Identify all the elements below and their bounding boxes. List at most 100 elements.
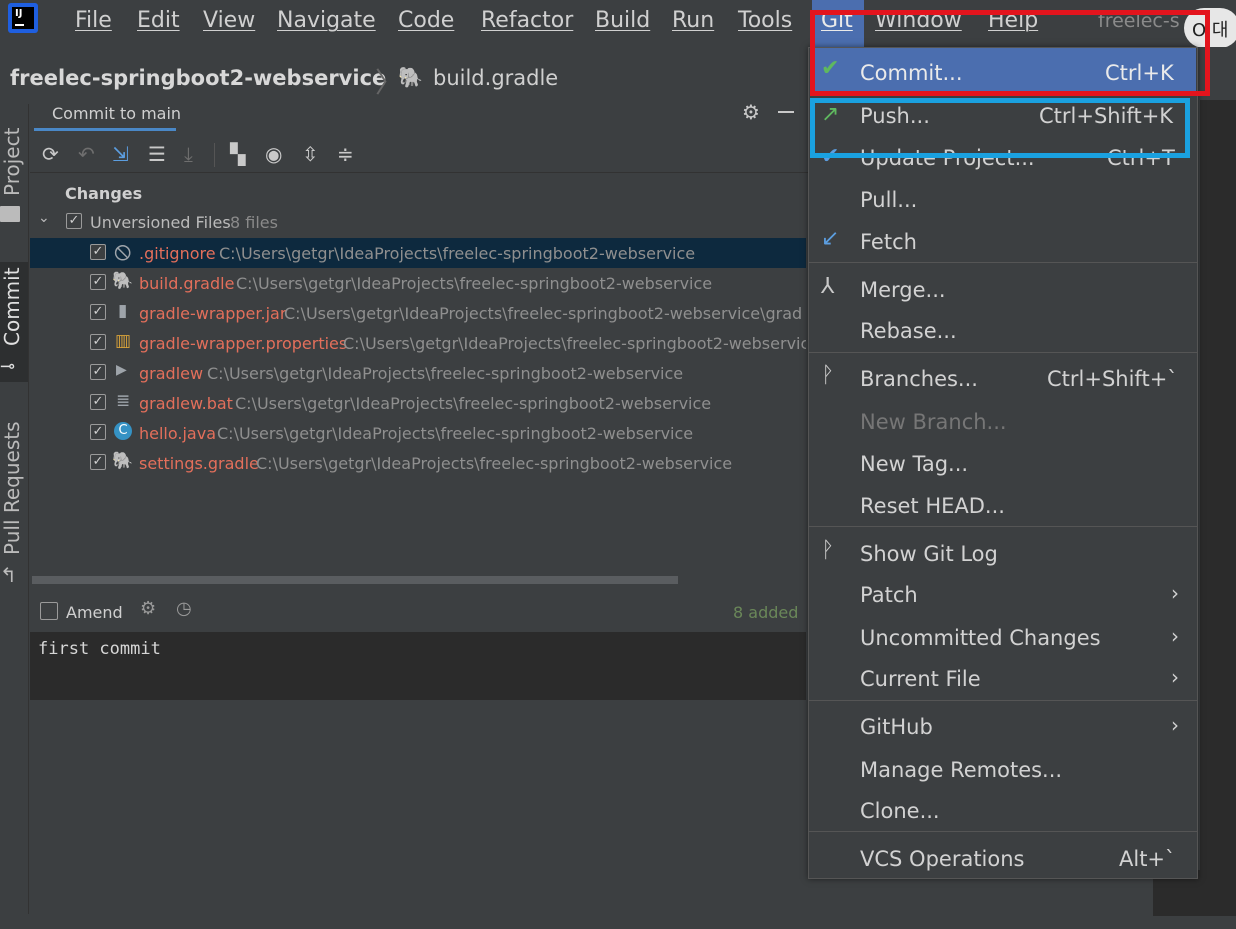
menu-file[interactable]: File bbox=[75, 8, 112, 33]
commit-toolbar bbox=[30, 138, 808, 173]
gradle-elephant-icon: 🐘 bbox=[398, 65, 423, 89]
chevron-right-icon: › bbox=[1171, 665, 1179, 689]
menu-item-current-file[interactable]: Current File › bbox=[809, 661, 1197, 699]
file-checkbox[interactable]: ✓ bbox=[90, 274, 106, 290]
chevron-right-icon: › bbox=[1171, 713, 1179, 737]
git-log-icon: ᚹ bbox=[821, 538, 835, 563]
menu-item-show-git-log[interactable]: ᚹ Show Git Log bbox=[809, 536, 1197, 574]
file-checkbox[interactable]: ✓ bbox=[90, 244, 106, 260]
expand-all-icon[interactable]: ⇳ bbox=[302, 142, 319, 166]
commit-message-text: first commit bbox=[38, 639, 161, 659]
clock-history-icon[interactable]: ◷ bbox=[176, 598, 192, 619]
menu-edit[interactable]: Edit bbox=[137, 8, 180, 33]
menu-item-pull[interactable]: Pull... bbox=[809, 182, 1197, 220]
file-name: gradlew bbox=[139, 364, 204, 383]
file-path: C:\Users\getgr\IdeaProjects\freelec-spri… bbox=[219, 244, 696, 263]
file-checkbox[interactable]: ✓ bbox=[90, 364, 106, 380]
menu-item-label: Reset HEAD... bbox=[860, 494, 1005, 518]
amend-label[interactable]: Amend bbox=[66, 603, 123, 622]
menu-code[interactable]: Code bbox=[398, 8, 454, 33]
menu-build[interactable]: Build bbox=[595, 8, 650, 33]
show-diff-icon[interactable]: ⇲ bbox=[112, 142, 129, 166]
file-name: .gitignore bbox=[139, 244, 216, 263]
breadcrumb: freelec-springboot2-webservice 〉 🐘 build… bbox=[0, 57, 810, 101]
menu-item-label: Clone... bbox=[860, 799, 940, 823]
menu-item-manage-remotes[interactable]: Manage Remotes... bbox=[809, 752, 1197, 790]
gear-icon[interactable]: ⚙ bbox=[742, 100, 760, 124]
file-row[interactable]: ✓ ▥ gradle-wrapper.properties C:\Users\g… bbox=[30, 328, 806, 358]
rollback-icon: ↶ bbox=[78, 142, 95, 166]
group-label: Unversioned Files bbox=[90, 213, 231, 232]
menu-run[interactable]: Run bbox=[672, 8, 714, 33]
unversioned-group-row[interactable]: ⌄ ✓ Unversioned Files 8 files bbox=[30, 208, 806, 238]
menu-tools[interactable]: Tools bbox=[738, 8, 792, 33]
tool-tab-project[interactable]: Project bbox=[0, 128, 24, 196]
logo-text: IJ bbox=[15, 8, 23, 19]
file-checkbox[interactable]: ✓ bbox=[90, 454, 106, 470]
menu-item-uncommitted-changes[interactable]: Uncommitted Changes › bbox=[809, 620, 1197, 658]
breadcrumb-file[interactable]: build.gradle bbox=[433, 66, 558, 90]
file-checkbox[interactable]: ✓ bbox=[90, 304, 106, 320]
shortcut: Alt+` bbox=[1119, 847, 1176, 871]
menu-item-branches[interactable]: ᚹ Branches... Ctrl+Shift+` bbox=[809, 361, 1197, 399]
chevron-right-icon: › bbox=[1171, 624, 1179, 648]
menu-item-label: Show Git Log bbox=[860, 542, 998, 566]
file-row[interactable]: ✓ 🐘 build.gradle C:\Users\getgr\IdeaProj… bbox=[30, 268, 806, 298]
file-row[interactable]: ✓ ▮ gradle-wrapper.jar C:\Users\getgr\Id… bbox=[30, 298, 806, 328]
annotation-blue-box bbox=[810, 98, 1190, 158]
menu-refactor[interactable]: Refactor bbox=[481, 8, 573, 33]
group-count: 8 files bbox=[230, 213, 278, 232]
chevron-down-icon[interactable]: ⌄ bbox=[38, 210, 50, 226]
menu-item-github[interactable]: GitHub › bbox=[809, 709, 1197, 747]
git-dropdown-menu: ✔ Commit... Ctrl+K ↗ Push... Ctrl+Shift+… bbox=[808, 47, 1198, 879]
menu-item-reset-head[interactable]: Reset HEAD... bbox=[809, 488, 1197, 526]
menu-view[interactable]: View bbox=[203, 8, 255, 33]
menu-item-merge[interactable]: ⅄ Merge... bbox=[809, 272, 1197, 310]
refresh-icon[interactable]: ⟳ bbox=[42, 142, 59, 166]
file-checkbox[interactable]: ✓ bbox=[90, 334, 106, 350]
gradle-icon: 🐘 bbox=[112, 451, 134, 471]
folder-icon bbox=[0, 206, 20, 222]
menu-item-rebase[interactable]: Rebase... bbox=[809, 313, 1197, 351]
file-row[interactable]: ✓ ▶ gradlew C:\Users\getgr\IdeaProjects\… bbox=[30, 358, 806, 388]
horizontal-scrollbar[interactable] bbox=[32, 576, 678, 584]
amend-row: Amend ⚙ ◷ 8 added bbox=[30, 596, 806, 626]
merge-icon: ⅄ bbox=[821, 274, 835, 299]
changes-header: Changes bbox=[65, 184, 143, 203]
collapse-all-icon[interactable]: ≑ bbox=[337, 142, 354, 166]
text-file-icon: ≣ bbox=[116, 391, 131, 411]
file-row[interactable]: ✓ ≣ gradlew.bat C:\Users\getgr\IdeaProje… bbox=[30, 388, 806, 418]
file-row[interactable]: ✓ 🛇 .gitignore C:\Users\getgr\IdeaProjec… bbox=[30, 238, 806, 268]
menu-item-patch[interactable]: Patch › bbox=[809, 577, 1197, 615]
commit-options-gear-icon[interactable]: ⚙ bbox=[140, 598, 156, 619]
group-by-icon[interactable]: ▚ bbox=[230, 142, 245, 166]
menu-item-fetch[interactable]: ↙ Fetch bbox=[809, 224, 1197, 262]
intellij-logo-icon: IJ bbox=[8, 3, 38, 33]
menu-item-new-tag[interactable]: New Tag... bbox=[809, 446, 1197, 484]
annotation-red-box bbox=[810, 10, 1210, 96]
menu-navigate[interactable]: Navigate bbox=[277, 8, 376, 33]
tool-tab-commit[interactable]: Commit bbox=[0, 267, 24, 346]
minimize-icon[interactable] bbox=[778, 111, 794, 113]
eye-icon[interactable]: ◉ bbox=[265, 142, 282, 166]
file-path: C:\Users\getgr\IdeaProjects\freelec-spri… bbox=[207, 364, 684, 383]
group-checkbox[interactable]: ✓ bbox=[66, 213, 82, 229]
jar-icon: ▮ bbox=[118, 301, 128, 321]
toolbar-divider bbox=[214, 143, 215, 167]
file-checkbox[interactable]: ✓ bbox=[90, 394, 106, 410]
menu-item-clone[interactable]: Clone... bbox=[809, 793, 1197, 831]
menu-separator bbox=[809, 526, 1197, 527]
file-path: C:\Users\getgr\IdeaProjects\freelec-spri… bbox=[256, 454, 733, 473]
added-status: 8 added bbox=[733, 603, 799, 622]
tool-tab-pull-requests[interactable]: Pull Requests bbox=[0, 421, 24, 555]
changelist-icon[interactable]: ☰ bbox=[148, 142, 166, 166]
menu-item-label: VCS Operations bbox=[860, 847, 1025, 871]
amend-checkbox[interactable] bbox=[40, 602, 58, 620]
file-path: C:\Users\getgr\IdeaProjects\freelec-spri… bbox=[284, 304, 803, 323]
menu-item-vcs-operations[interactable]: VCS Operations Alt+` bbox=[809, 841, 1197, 879]
file-row[interactable]: ✓ C hello.java C:\Users\getgr\IdeaProjec… bbox=[30, 418, 806, 448]
file-checkbox[interactable]: ✓ bbox=[90, 424, 106, 440]
breadcrumb-project[interactable]: freelec-springboot2-webservice bbox=[10, 66, 386, 90]
file-row[interactable]: ✓ 🐘 settings.gradle C:\Users\getgr\IdeaP… bbox=[30, 448, 806, 478]
tab-commit-to-main[interactable]: Commit to main bbox=[52, 104, 181, 123]
